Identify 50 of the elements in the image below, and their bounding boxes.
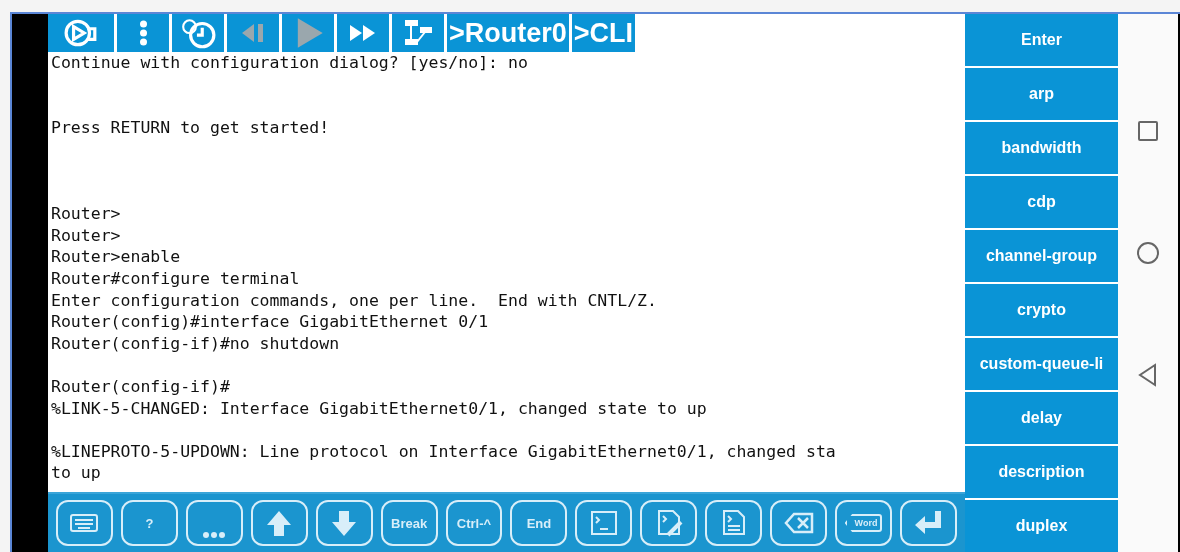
key-button[interactable]	[56, 500, 113, 546]
toolbar-button[interactable]	[48, 14, 114, 52]
terminal-line: Router>	[51, 224, 122, 247]
toolbar-button[interactable]: >Router0	[447, 14, 569, 52]
key-button[interactable]	[185, 500, 243, 546]
command-button[interactable]: cdp	[965, 176, 1118, 228]
terminal-line: %LINK-5-CHANGED: Interface GigabitEthernet0/1, changed state to up	[51, 397, 708, 420]
key-button[interactable]	[900, 500, 957, 546]
terminal-line: Router(config-if)#no shutdown	[51, 332, 341, 355]
key-button[interactable]: Ctrl-^	[445, 500, 503, 546]
command-button[interactable]: bandwidth	[965, 122, 1118, 174]
command-button[interactable]: channel-group	[965, 230, 1118, 282]
command-button[interactable]: crypto	[965, 284, 1118, 336]
terminal-line: %LINEPROTO-5-UPDOWN: Line protocol on Interface GigabitEthernet0/1, changed sta	[51, 440, 837, 463]
toolbar-button[interactable]: >CLI	[571, 14, 636, 52]
menu-icon	[139, 20, 147, 46]
key-button[interactable]	[705, 500, 763, 546]
command-button[interactable]: custom-queue-li	[965, 338, 1118, 390]
terminal-line: Continue with configuration dialog? [yes/no]: no	[51, 52, 529, 74]
magnifier-device-icon	[64, 17, 98, 49]
key-button[interactable]	[770, 500, 828, 546]
key-button[interactable]: ?	[120, 500, 178, 546]
key-button[interactable]: End	[510, 500, 568, 546]
key-button[interactable]	[640, 500, 698, 546]
key-button[interactable]: Break	[380, 500, 438, 546]
terminal-line: Router(config)#interface GigabitEthernet 0/1	[51, 311, 490, 333]
key-button[interactable]: Word	[835, 500, 892, 546]
terminal-line: Press RETURN to get started!	[51, 116, 331, 139]
topology-icon	[403, 18, 433, 48]
toolbar-button[interactable]	[172, 14, 224, 52]
ellipsis-icon	[203, 532, 226, 538]
command-button[interactable]: duplex	[965, 500, 1118, 552]
command-button[interactable]: description	[965, 446, 1118, 498]
key-button[interactable]	[315, 500, 373, 546]
toolbar-button[interactable]	[392, 14, 444, 52]
key-button[interactable]	[575, 500, 633, 546]
terminal-line: Router>enable	[51, 246, 182, 268]
command-button[interactable]: arp	[965, 68, 1118, 120]
terminal-icon	[588, 508, 619, 538]
toolbar-button[interactable]	[117, 14, 169, 52]
terminal-line: Enter configuration commands, one per line. End with CNTL/Z.	[51, 289, 658, 312]
key-button[interactable]	[250, 500, 308, 546]
command-button[interactable]: delay	[965, 392, 1118, 444]
terminal-line: Router#configure terminal	[51, 267, 301, 290]
command-button[interactable]: Enter	[965, 14, 1118, 66]
terminal-line: to up	[51, 462, 102, 484]
terminal-line: Router(config-if)#	[51, 375, 231, 398]
toolbar-button[interactable]	[337, 14, 389, 52]
terminal-line: Router>	[51, 203, 122, 225]
clock-icon	[180, 17, 216, 49]
